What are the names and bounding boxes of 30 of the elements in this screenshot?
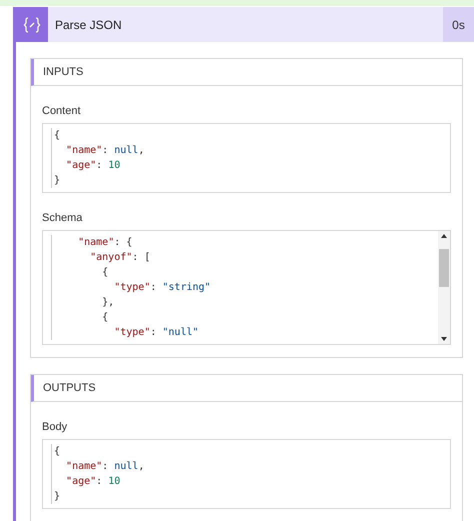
code-line: } [54,490,60,504]
field-label: Body [42,420,68,434]
section-header: OUTPUTS [31,375,462,402]
scrollbar-thumb[interactable] [439,248,449,286]
code-line: { [101,266,108,280]
code-line: "age": 10 [65,159,120,173]
code-line: "name": null, [65,460,144,474]
code-line: { [54,129,60,143]
code-editor[interactable]: { "name": null, "age": 10 } [42,439,451,509]
field-label: Schema [42,211,84,225]
code-line: "name": { [77,236,132,250]
field-label: Content [42,104,82,118]
code-line: }, [101,296,114,310]
code-line: "name": null, [65,144,144,158]
code-line: "type": "string" [113,281,211,295]
code-editor[interactable]: "name": { "anyof": [ { "type": "string" }, { "type": "null" [42,230,451,345]
action-header[interactable]: Parse JSON 0s [16,7,474,42]
code-line: "type": "null" [113,326,199,340]
code-line: "anyof": [ [89,251,150,265]
scroll-down-icon[interactable] [441,337,447,341]
code-editor[interactable]: { "name": null, "age": 10 } [42,123,451,193]
code-line: { [54,445,60,459]
scroll-up-icon[interactable] [441,234,447,238]
code-line: { [101,311,108,325]
action-title: Parse JSON [55,16,123,34]
duration-label: 0s [443,7,474,42]
section-header: INPUTS [31,59,462,86]
code-line: } [54,174,60,188]
code-line: "age": 10 [65,475,120,489]
scrollbar[interactable] [438,231,450,344]
